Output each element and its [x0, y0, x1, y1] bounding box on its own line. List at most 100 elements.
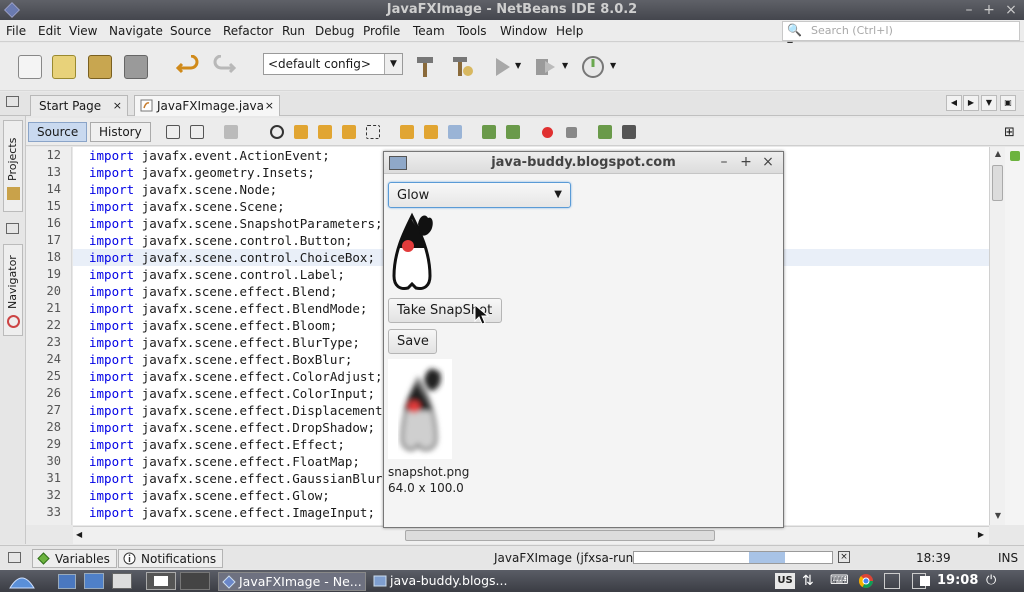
save-button[interactable]: Save: [388, 329, 437, 354]
search-input[interactable]: 🔍▾ Search (Ctrl+I): [782, 21, 1020, 51]
profile-dropdown-icon[interactable]: ▼: [610, 61, 616, 70]
menu-profile[interactable]: Profile: [363, 24, 400, 38]
build-hammer-icon[interactable]: [414, 55, 438, 79]
menu-edit[interactable]: Edit: [38, 24, 61, 38]
show-opened-documents-icon[interactable]: ▼: [981, 95, 997, 111]
scroll-up-icon[interactable]: ▲: [992, 149, 1004, 161]
scroll-right-icon[interactable]: ▶: [978, 530, 984, 539]
horizontal-scrollbar[interactable]: ◀ ▶: [73, 526, 989, 544]
new-file-icon[interactable]: [18, 55, 42, 79]
back-icon[interactable]: [190, 125, 204, 139]
taskbar-netbeans-window[interactable]: JavaFXImage - Ne...: [218, 572, 366, 591]
menu-run[interactable]: Run: [282, 24, 305, 38]
menu-navigate[interactable]: Navigate: [109, 24, 163, 38]
scroll-tabs-right-icon[interactable]: ▶: [963, 95, 979, 111]
scrollbar-thumb[interactable]: [992, 165, 1003, 201]
find-next-icon[interactable]: [318, 125, 332, 139]
file-manager-icon[interactable]: [58, 574, 76, 589]
undo-icon[interactable]: [176, 55, 200, 79]
scrollbar-thumb[interactable]: [405, 530, 715, 541]
chevron-down-icon[interactable]: ▼: [554, 189, 562, 200]
maximize-button[interactable]: +: [738, 154, 754, 170]
projects-tab[interactable]: Projects: [3, 120, 23, 212]
comment-icon[interactable]: [598, 125, 612, 139]
uncomment-icon[interactable]: [622, 125, 636, 139]
restore-window-icon[interactable]: [6, 223, 19, 234]
start-menu-icon[interactable]: [8, 572, 36, 590]
restore-window-icon[interactable]: [8, 552, 21, 563]
javafx-title-bar[interactable]: java-buddy.blogspot.com – + ×: [384, 152, 783, 174]
variables-tab[interactable]: Variables: [32, 549, 117, 568]
menu-source[interactable]: Source: [170, 24, 211, 38]
keyboard-layout-indicator[interactable]: US: [775, 573, 795, 589]
menu-debug[interactable]: Debug: [315, 24, 354, 38]
minimize-button[interactable]: –: [960, 1, 978, 19]
menu-window[interactable]: Window: [500, 24, 547, 38]
stop-icon[interactable]: [920, 576, 930, 586]
menu-file[interactable]: File: [6, 24, 26, 38]
navigator-tab[interactable]: Navigator: [3, 244, 23, 336]
minimize-button[interactable]: –: [716, 154, 732, 170]
scroll-down-icon[interactable]: ▼: [992, 511, 1004, 523]
taskbar-javafx-window[interactable]: java-buddy.blogs...: [370, 572, 518, 591]
run-dropdown-icon[interactable]: ▼: [515, 61, 521, 70]
chevron-down-icon[interactable]: ▼: [384, 54, 402, 74]
screen-icon[interactable]: [884, 573, 900, 589]
chrome-icon[interactable]: [858, 573, 874, 589]
start-macro-recording-icon[interactable]: [542, 127, 553, 138]
config-select[interactable]: <default config> ▼: [263, 53, 403, 75]
forward-icon[interactable]: [224, 125, 238, 139]
restore-window-icon[interactable]: [6, 96, 19, 107]
shift-left-icon[interactable]: [482, 125, 496, 139]
previous-bookmark-icon[interactable]: [400, 125, 414, 139]
debug-dropdown-icon[interactable]: ▼: [562, 61, 568, 70]
shift-right-icon[interactable]: [506, 125, 520, 139]
notifications-tab[interactable]: Notifications: [118, 549, 224, 568]
toggle-highlight-icon[interactable]: [366, 125, 380, 139]
new-project-icon[interactable]: [52, 55, 76, 79]
debug-icon[interactable]: [533, 55, 557, 79]
stop-task-button[interactable]: ×: [838, 551, 850, 563]
redo-icon[interactable]: [212, 55, 236, 79]
menu-refactor[interactable]: Refactor: [223, 24, 273, 38]
power-icon[interactable]: ⏻: [986, 573, 996, 589]
keyboard-icon[interactable]: ⌨: [830, 573, 850, 589]
tab-start-page[interactable]: Start Page ×: [30, 95, 128, 116]
settings-icon[interactable]: [84, 573, 104, 589]
find-selection-icon[interactable]: [342, 125, 356, 139]
close-tab-icon[interactable]: ×: [265, 99, 274, 112]
effect-choice-box[interactable]: Glow ▼: [388, 182, 571, 208]
close-button[interactable]: ×: [760, 154, 776, 170]
next-bookmark-icon[interactable]: [424, 125, 438, 139]
source-view-button[interactable]: Source: [28, 122, 88, 142]
maximize-editor-icon[interactable]: ▣: [1000, 95, 1016, 111]
find-previous-icon[interactable]: [294, 125, 308, 139]
run-icon[interactable]: [490, 55, 514, 79]
menu-tools[interactable]: Tools: [457, 24, 487, 38]
toggle-bookmark-icon[interactable]: [448, 125, 462, 139]
network-icon[interactable]: ⇅: [802, 573, 814, 589]
menu-view[interactable]: View: [69, 24, 97, 38]
desktop-2-icon[interactable]: [180, 572, 210, 590]
desktop-1-icon[interactable]: [146, 572, 176, 590]
vertical-scrollbar[interactable]: ▲ ▼: [989, 147, 1005, 525]
expand-toolbar-icon[interactable]: ⊞: [1004, 125, 1015, 140]
error-stripe[interactable]: [1005, 147, 1024, 525]
last-edit-icon[interactable]: [166, 125, 180, 139]
find-icon[interactable]: [270, 125, 284, 139]
tab-javafximage-java[interactable]: JavaFXImage.java ×: [134, 95, 280, 116]
scroll-tabs-left-icon[interactable]: ◀: [946, 95, 962, 111]
menu-help[interactable]: Help: [556, 24, 583, 38]
terminal-icon[interactable]: [112, 573, 132, 589]
clean-build-icon[interactable]: [450, 55, 474, 79]
maximize-button[interactable]: +: [980, 1, 998, 19]
history-view-button[interactable]: History: [90, 122, 151, 142]
close-button[interactable]: ×: [1002, 1, 1020, 19]
scroll-left-icon[interactable]: ◀: [76, 530, 82, 539]
profile-icon[interactable]: [581, 55, 605, 79]
stop-macro-recording-icon[interactable]: [566, 127, 577, 138]
menu-team[interactable]: Team: [413, 24, 445, 38]
close-tab-icon[interactable]: ×: [113, 99, 122, 112]
save-all-icon[interactable]: [124, 55, 148, 79]
open-project-icon[interactable]: [88, 55, 112, 79]
